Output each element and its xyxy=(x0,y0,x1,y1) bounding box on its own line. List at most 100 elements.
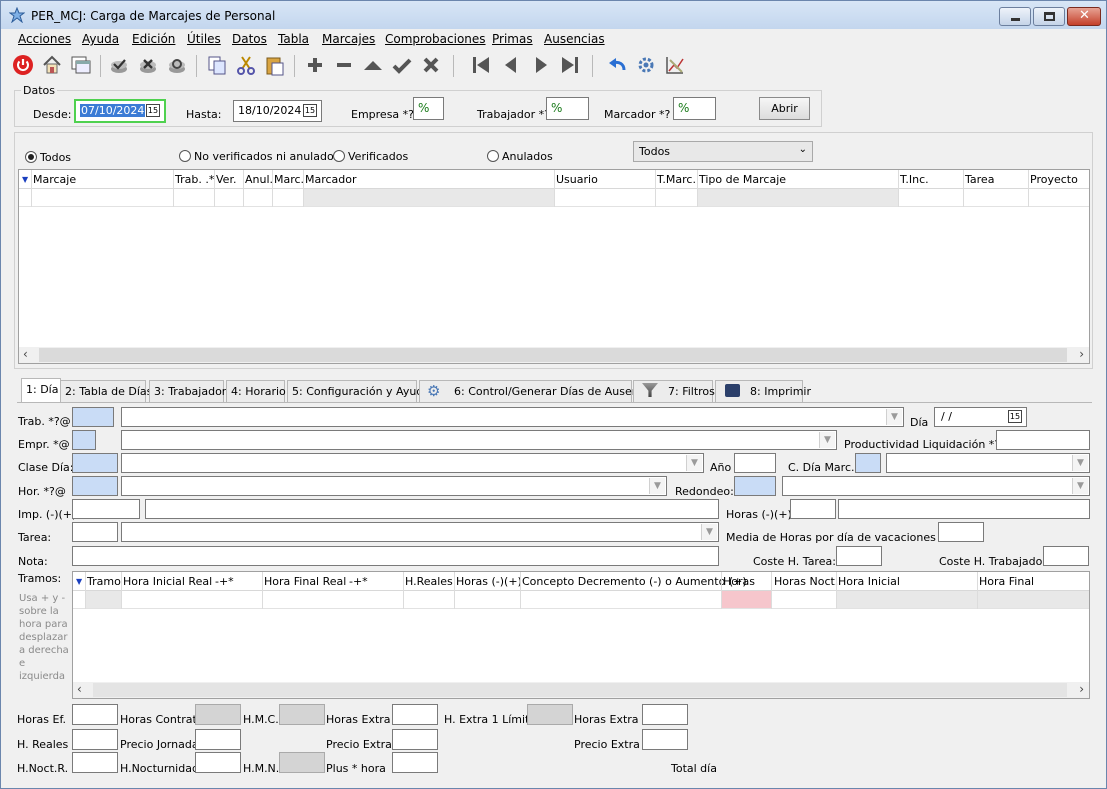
empr-code-field[interactable] xyxy=(72,430,96,450)
horas-ef-field[interactable] xyxy=(72,704,118,725)
marcajes-scrollbar[interactable]: ‹ › xyxy=(19,347,1089,363)
tramos-grid[interactable]: ▼ Tramo Hora Inicial Real -+* Hora Final… xyxy=(72,571,1090,699)
col-hora-inicial[interactable]: Hora Inicial xyxy=(838,575,900,588)
menu-ayuda[interactable]: Ayuda xyxy=(82,32,119,46)
tramos-scrollbar[interactable]: ‹ › xyxy=(73,682,1089,698)
horas-extra1-field[interactable] xyxy=(392,704,438,725)
trabajador-field[interactable]: % xyxy=(546,97,589,120)
estado-select[interactable]: Todos ⌄ xyxy=(633,141,813,162)
col-tarea[interactable]: Tarea xyxy=(965,173,994,186)
trab-name-select[interactable]: ▼ xyxy=(121,407,904,427)
menu-tabla[interactable]: Tabla xyxy=(278,32,309,46)
cut-icon[interactable] xyxy=(234,53,258,77)
tab-configuracion[interactable]: 5: Configuración y Ayuda xyxy=(287,380,430,402)
c-dia-marc-select[interactable]: ▼ xyxy=(886,453,1090,473)
scroll-right-icon[interactable]: › xyxy=(1079,682,1084,696)
no-verificados-radio[interactable] xyxy=(179,150,191,162)
col-usuario[interactable]: Usuario xyxy=(556,173,598,186)
col-trab[interactable]: Trab. .* xyxy=(175,173,214,186)
precio-extra2-field[interactable] xyxy=(642,729,688,750)
horas-mm-concept-field[interactable] xyxy=(838,499,1090,519)
desde-calendar-icon[interactable]: 15 xyxy=(146,104,160,117)
tab-imprimir[interactable]: 8: Imprimir xyxy=(715,380,811,402)
clase-dia-code-field[interactable] xyxy=(72,453,118,473)
hor-code-field[interactable] xyxy=(72,476,118,496)
c-dia-marc-code-field[interactable] xyxy=(855,453,881,473)
menu-acciones[interactable]: Acciones xyxy=(18,32,71,46)
h-reales-field[interactable] xyxy=(72,729,118,750)
col-anul[interactable]: Anul. xyxy=(245,173,273,186)
col-concepto[interactable]: Concepto Decremento (-) o Aumento (+) xyxy=(522,575,747,588)
col-horas-noct[interactable]: Horas Noct. xyxy=(774,575,838,588)
cancel-icon[interactable] xyxy=(419,53,443,77)
col-marc[interactable]: Marc. xyxy=(274,173,304,186)
home-icon[interactable] xyxy=(40,53,64,77)
col-tmarc[interactable]: T.Marc. xyxy=(657,173,696,186)
col-hora-final[interactable]: Hora Final xyxy=(979,575,1034,588)
tab-tabla-dias[interactable]: 2: Tabla de Días xyxy=(60,380,152,402)
power-icon[interactable] xyxy=(11,53,35,77)
dia-calendar-icon[interactable]: 15 xyxy=(1008,410,1022,423)
col-hora-inicial-real[interactable]: Hora Inicial Real xyxy=(123,575,212,588)
check-stack-icon[interactable] xyxy=(107,53,131,77)
tab-horario[interactable]: 4: Horario xyxy=(226,380,286,402)
h-nocturnidad-field[interactable] xyxy=(195,752,241,773)
minimize-button[interactable] xyxy=(999,7,1031,26)
dia-field[interactable]: / / 15 xyxy=(934,407,1027,427)
hasta-field[interactable]: 18/10/2024 15 xyxy=(233,100,322,122)
chart-icon[interactable] xyxy=(663,53,687,77)
col-tramo[interactable]: Tramo xyxy=(87,575,121,588)
anio-field[interactable] xyxy=(734,453,776,473)
tarea-select[interactable]: ▼ xyxy=(121,522,719,542)
col-proyecto[interactable]: Proyecto xyxy=(1030,173,1078,186)
menu-utiles[interactable]: Útiles xyxy=(187,32,221,46)
col-ver[interactable]: Ver. xyxy=(216,173,236,186)
abrir-button[interactable]: Abrir xyxy=(759,97,810,120)
empr-name-select[interactable]: ▼ xyxy=(121,430,837,450)
col-fin-adjust[interactable]: -+* xyxy=(349,575,368,588)
empresa-field[interactable]: % xyxy=(413,97,444,120)
maximize-button[interactable] xyxy=(1033,7,1065,26)
desde-field[interactable]: 07/10/2024 15 xyxy=(74,99,166,123)
nota-field[interactable] xyxy=(72,546,719,566)
previous-icon[interactable] xyxy=(499,53,523,77)
clase-dia-select[interactable]: ▼ xyxy=(121,453,704,473)
precio-extra1-field[interactable] xyxy=(392,729,438,750)
menu-datos[interactable]: Datos xyxy=(232,32,267,46)
last-icon[interactable] xyxy=(558,53,582,77)
todos-radio[interactable] xyxy=(25,151,37,163)
next-icon[interactable] xyxy=(529,53,553,77)
tab-dia[interactable]: 1: Día xyxy=(21,378,61,402)
paste-icon[interactable] xyxy=(263,53,287,77)
trab-code-field[interactable] xyxy=(72,407,114,427)
precio-jornada-field[interactable] xyxy=(195,729,241,750)
marcador-field[interactable]: % xyxy=(673,97,716,120)
menu-ausencias[interactable]: Ausencias xyxy=(544,32,605,46)
close-button[interactable]: ✕ xyxy=(1067,7,1101,26)
col-marcador[interactable]: Marcador xyxy=(305,173,357,186)
add-icon[interactable] xyxy=(303,53,327,77)
imp-concept-field[interactable] xyxy=(145,499,719,519)
col-tipo-marcaje[interactable]: Tipo de Marcaje xyxy=(699,173,786,186)
menu-comprobaciones[interactable]: Comprobaciones xyxy=(385,32,486,46)
menu-marcajes[interactable]: Marcajes xyxy=(322,32,375,46)
col-hora-final-real[interactable]: Hora Final Real xyxy=(264,575,346,588)
x-stack-icon[interactable] xyxy=(136,53,160,77)
sync-stack-icon[interactable] xyxy=(165,53,189,77)
col-ini-adjust[interactable]: -+* xyxy=(215,575,234,588)
windows-icon[interactable] xyxy=(69,53,93,77)
redondeo-code-field[interactable] xyxy=(734,476,776,496)
scroll-left-icon[interactable]: ‹ xyxy=(77,682,82,696)
settings-icon[interactable] xyxy=(634,53,658,77)
tab-trabajador[interactable]: 3: Trabajador xyxy=(149,380,226,402)
h-noct-r-field[interactable] xyxy=(72,752,118,773)
tarea-code-field[interactable] xyxy=(72,522,118,542)
verificados-radio[interactable] xyxy=(333,150,345,162)
tab-filtros[interactable]: 7: Filtros xyxy=(633,380,715,402)
redondeo-select[interactable]: ▼ xyxy=(782,476,1090,496)
remove-icon[interactable] xyxy=(332,53,356,77)
horas-mm-field[interactable] xyxy=(790,499,836,519)
col-horas-mm[interactable]: Horas (-)(+) xyxy=(456,575,522,588)
marcajes-grid[interactable]: ▼ Marcaje Trab. .* Ver. Anul. Marc. Marc… xyxy=(18,169,1090,364)
col-marcaje[interactable]: Marcaje xyxy=(33,173,76,186)
